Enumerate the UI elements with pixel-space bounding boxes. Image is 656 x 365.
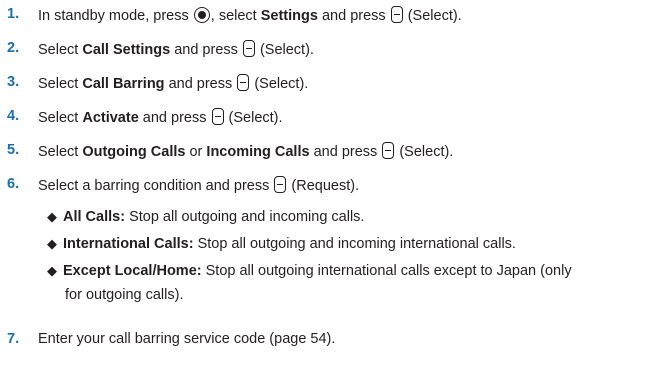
condition-item: ◆ All Calls: Stop all outgoing and incomi…	[47, 209, 364, 225]
step-text: Enter your call barring service code (pa…	[38, 331, 336, 347]
step-text: Select Call Settings and press (Select).	[38, 40, 314, 58]
step-text-part: (Select).	[254, 76, 309, 92]
condition-label: All Calls:	[63, 209, 126, 225]
menu-item-label: Incoming Calls	[206, 144, 310, 160]
step-text-part: Select a barring condition and press	[38, 178, 270, 194]
condition-label: International Calls:	[63, 236, 194, 252]
step-number: 4.	[7, 108, 20, 124]
step-number: 1.	[7, 6, 20, 22]
menu-item-label: Activate	[82, 110, 139, 126]
condition-text: Stop all outgoing international calls ex…	[205, 263, 572, 279]
step-text: Select Outgoing Calls or Incoming Calls …	[38, 142, 453, 160]
step-text-part: Select	[38, 42, 79, 58]
step-text-part: Select	[38, 144, 79, 160]
step-text-part: and press	[168, 76, 233, 92]
soft-key-icon	[242, 40, 255, 57]
diamond-bullet-icon: ◆	[47, 209, 57, 224]
menu-item-label: Call Settings	[82, 42, 171, 58]
step-text-part: In standby mode, press	[38, 8, 189, 24]
step-text-part: (Select).	[228, 110, 283, 126]
soft-key-icon	[237, 74, 250, 91]
step-text-part: and press	[174, 42, 238, 58]
step-number: 3.	[7, 74, 20, 90]
step-text: Select a barring condition and press (Re…	[38, 176, 359, 194]
soft-key-icon	[274, 176, 287, 193]
step-text-part: Select	[38, 110, 79, 126]
step-number: 7.	[7, 331, 20, 347]
instruction-page: { "steps": [ {"num": "1.", "t1": "In sta…	[0, 0, 656, 365]
step-number: 6.	[7, 176, 20, 192]
condition-text: Stop all outgoing and incoming internati…	[197, 236, 516, 252]
step-text-part: (Select).	[259, 42, 314, 58]
step-text-part: and press	[313, 144, 378, 160]
step-text-part: Select	[38, 76, 79, 92]
step-number: 5.	[7, 142, 20, 158]
condition-label: Except Local/Home:	[63, 263, 202, 279]
soft-key-icon	[382, 142, 395, 159]
condition-continuation: for outgoing calls).	[65, 287, 184, 303]
condition-text: Stop all outgoing and incoming calls.	[129, 209, 365, 225]
diamond-bullet-icon: ◆	[47, 236, 57, 251]
step-text: Select Call Barring and press (Select).	[38, 74, 308, 92]
step-number: 2.	[7, 40, 20, 56]
center-key-icon	[193, 7, 210, 23]
step-text: Select Activate and press (Select).	[38, 108, 283, 126]
step-text-part: and press	[321, 8, 386, 24]
menu-item-label: Call Barring	[82, 76, 165, 92]
step-text-part: and press	[142, 110, 207, 126]
menu-item-label: Outgoing Calls	[82, 144, 186, 160]
step-text-part: (Select).	[399, 144, 454, 160]
condition-item: ◆ Except Local/Home: Stop all outgoing in…	[47, 263, 572, 279]
step-text-part: , select	[210, 8, 257, 24]
step-text-part: (Select).	[407, 8, 462, 24]
menu-item-label: Settings	[260, 8, 318, 24]
step-text: In standby mode, press , select Settings…	[38, 6, 462, 24]
step-text-part: (Request).	[291, 178, 360, 194]
condition-item: ◆ International Calls: Stop all outgoing …	[47, 236, 516, 252]
soft-key-icon	[390, 6, 403, 23]
step-text-part: or	[189, 144, 203, 160]
soft-key-icon	[211, 108, 224, 125]
diamond-bullet-icon: ◆	[47, 263, 57, 278]
